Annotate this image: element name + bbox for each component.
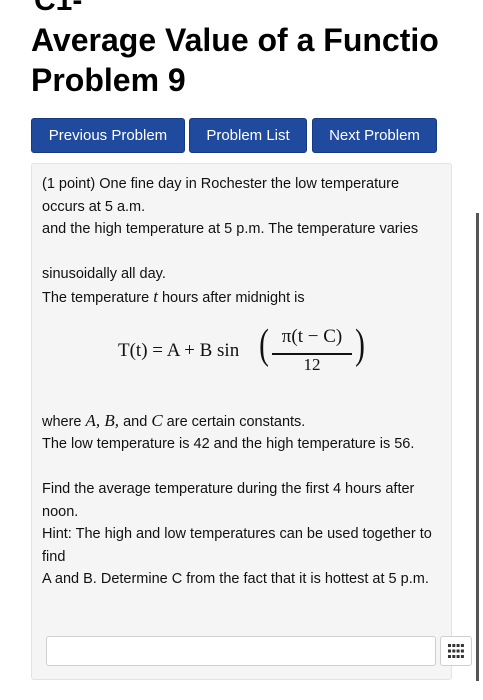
constants-prefix: where <box>42 414 86 430</box>
problem-text-temperature: The temperature t hours after midnight i… <box>42 286 442 310</box>
problem-text-hint-detail: A and B. Determine C from the fact that … <box>42 571 429 587</box>
problem-text-low-high: The low temperature is 42 and the high t… <box>42 436 415 452</box>
problem-text-sinusoidal: sinusoidally all day. <box>42 266 166 282</box>
constants-ab: A, B, <box>85 411 120 430</box>
constants-and: and <box>119 414 152 430</box>
formula-denominator: 12 <box>303 355 321 374</box>
page-title: Average Value of a Functio <box>31 22 439 58</box>
scrollbar[interactable] <box>476 213 479 681</box>
constant-c: C <box>151 411 163 430</box>
temperature-formula: T(t) = A + B sin ( π(t − C) 12 ) <box>118 320 378 380</box>
keypad-icon[interactable] <box>440 636 472 666</box>
problem-text-hint: Hint: The high and low temperatures can … <box>42 526 432 565</box>
temperature-text-prefix: The temperature <box>42 290 154 306</box>
formula-lhs: T(t) = A + B sin <box>118 340 240 361</box>
problem-text-intro: (1 point) One fine day in Rochester the … <box>42 176 400 215</box>
answer-input[interactable] <box>46 636 436 666</box>
problem-text-question: Find the average temperature during the … <box>42 481 415 520</box>
previous-problem-button[interactable]: Previous Problem <box>31 118 185 153</box>
course-header: C1- <box>34 0 83 17</box>
formula-right-paren: ) <box>355 322 365 368</box>
constants-suffix: are certain constants. <box>162 414 306 430</box>
problem-title: Problem 9 <box>31 62 186 98</box>
problem-list-button[interactable]: Problem List <box>189 118 307 153</box>
temperature-text-suffix: hours after midnight is <box>157 290 305 306</box>
problem-text-constants: where A, B, and C are certain constants. <box>42 410 442 434</box>
formula-numerator: π(t − C) <box>281 326 343 347</box>
formula-left-paren: ( <box>259 322 269 368</box>
problem-text-high: and the high temperature at 5 p.m. The t… <box>42 221 419 237</box>
next-problem-button[interactable]: Next Problem <box>312 118 437 153</box>
